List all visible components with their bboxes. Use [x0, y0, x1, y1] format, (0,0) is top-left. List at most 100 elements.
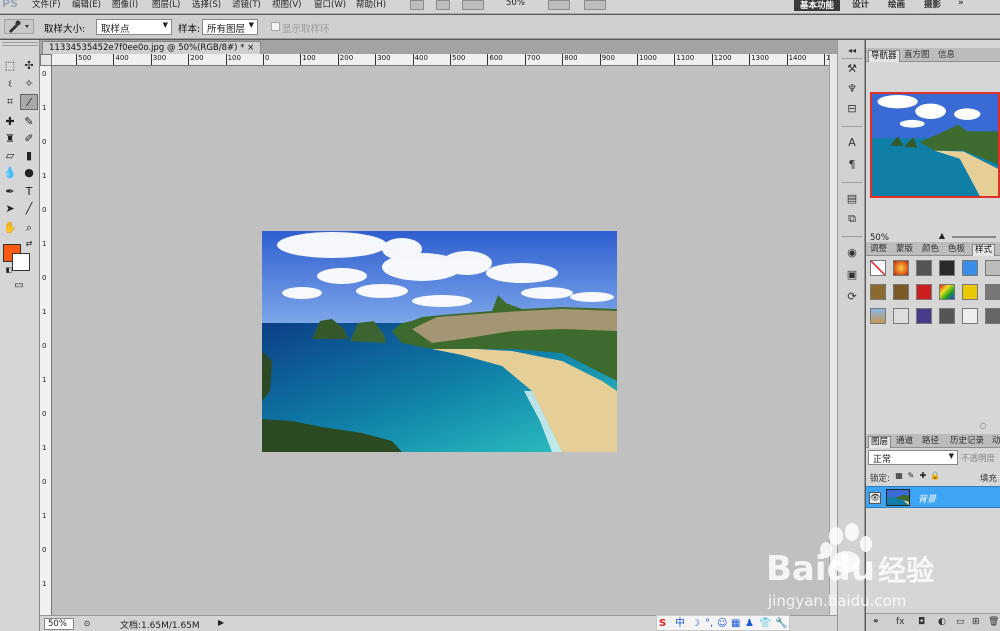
close-icon[interactable]: × [247, 43, 254, 53]
link-layers-icon[interactable]: ⚭ [872, 617, 880, 627]
menu-image[interactable]: 图像(I) [112, 0, 138, 10]
screen-mode-button[interactable] [584, 0, 606, 10]
menu-file[interactable]: 文件(F) [32, 0, 61, 10]
style-swatch[interactable] [985, 284, 1000, 300]
tab-layers[interactable]: 图层 [868, 436, 892, 448]
default-colors-icon[interactable]: ◧ [0, 262, 18, 278]
panel-resize-icon[interactable]: ◌ [974, 418, 992, 434]
canvas-area[interactable] [52, 66, 829, 615]
paragraph-icon[interactable]: ¶ [844, 158, 860, 172]
eye-icon[interactable]: 👁 [869, 492, 881, 504]
tab-actions[interactable]: 动 [990, 436, 1000, 448]
emoji-icon[interactable]: ☺ [717, 616, 727, 631]
style-swatch[interactable] [962, 284, 978, 300]
brushes-icon[interactable]: ♆ [844, 82, 860, 96]
style-swatch[interactable] [939, 284, 955, 300]
layer-comps-icon[interactable]: ⧉ [844, 212, 860, 226]
style-swatch[interactable] [870, 308, 886, 324]
workspace-design[interactable]: 设计 [852, 0, 869, 10]
tab-histogram[interactable]: 直方图 [902, 50, 932, 62]
style-swatch[interactable] [985, 260, 1000, 276]
skin-icon[interactable]: 👕 [759, 616, 771, 631]
type-tool-icon[interactable]: T [20, 184, 38, 200]
document-image[interactable] [262, 231, 617, 452]
tab-swatches[interactable]: 色板 [946, 244, 967, 256]
layer-style-icon[interactable]: fx [896, 617, 905, 627]
style-swatch[interactable] [893, 284, 909, 300]
tab-channels[interactable]: 通道 [894, 436, 915, 448]
style-swatch[interactable] [962, 260, 978, 276]
tool-presets-icon[interactable]: ⚒ [844, 62, 860, 76]
adjustment-layer-icon[interactable]: ◐ [938, 617, 946, 627]
tab-masks[interactable]: 蒙版 [894, 244, 915, 256]
tab-navigator[interactable]: 导航器 [868, 50, 900, 62]
style-swatch[interactable] [939, 308, 955, 324]
trash-icon[interactable]: 🗑 [988, 617, 999, 627]
new-layer-icon[interactable]: ⊞ [972, 617, 980, 627]
workspace-essentials[interactable]: 基本功能 [794, 0, 841, 11]
notes-icon[interactable]: ▤ [844, 192, 860, 206]
line-tool-icon[interactable]: ╱ [20, 201, 38, 217]
lock-transparency-icon[interactable]: ▦ [894, 468, 904, 484]
tab-styles[interactable]: 样式 [972, 244, 996, 256]
tab-color[interactable]: 颜色 [920, 244, 941, 256]
menu-help[interactable]: 帮助(H) [356, 0, 386, 10]
eyedropper-tool-icon[interactable]: ⁄ [20, 94, 38, 110]
menu-edit[interactable]: 编辑(E) [72, 0, 101, 10]
blur-tool-icon[interactable]: 💧 [1, 165, 19, 181]
style-swatch[interactable] [916, 260, 932, 276]
style-swatch[interactable] [985, 308, 1000, 324]
document-tab[interactable]: 11334535452e7f0ee0o.jpg @ 50%(RGB/8#) * … [42, 41, 262, 54]
tab-paths[interactable]: 路径 [920, 436, 941, 448]
navigator-zoom-slider[interactable] [952, 236, 996, 238]
menu-select[interactable]: 选择(S) [192, 0, 221, 10]
style-swatch[interactable] [893, 308, 909, 324]
lock-all-icon[interactable]: 🔒 [930, 468, 940, 484]
menu-view[interactable]: 视图(V) [272, 0, 301, 10]
animation-icon[interactable]: ▣ [844, 268, 860, 282]
eraser-tool-icon[interactable]: ▱ [1, 148, 19, 164]
swap-colors-icon[interactable]: ⇄ [20, 236, 38, 252]
workspace-painting[interactable]: 绘画 [888, 0, 905, 10]
dodge-tool-icon[interactable]: ● [20, 165, 38, 181]
clone-stamp-tool-icon[interactable]: ♜ [1, 131, 19, 147]
panel-grip[interactable] [2, 42, 38, 46]
blend-mode-select[interactable]: 正常 ▼ [868, 450, 958, 465]
view-extras-button[interactable] [462, 0, 484, 10]
healing-brush-tool-icon[interactable]: ✚ [1, 114, 19, 130]
keyboard-icon[interactable]: ▦ [731, 616, 740, 631]
mini-bridge-button[interactable] [436, 0, 450, 10]
tool-preset-picker[interactable] [4, 19, 34, 34]
lock-position-icon[interactable]: ✚ [918, 468, 928, 484]
sample-select[interactable]: 所有图层 ▼ [202, 19, 258, 35]
status-zoom-field[interactable]: 50% [44, 618, 74, 630]
sample-size-select[interactable]: 取样点 ▼ [96, 19, 172, 35]
style-swatch[interactable] [962, 308, 978, 324]
sogou-logo-icon[interactable]: S [659, 616, 666, 631]
ruler-origin[interactable] [40, 54, 52, 66]
lock-pixels-icon[interactable]: ✎ [906, 468, 916, 484]
bridge-button[interactable] [410, 0, 424, 10]
style-swatch[interactable] [939, 260, 955, 276]
history-brush-tool-icon[interactable]: ✐ [20, 131, 38, 147]
style-swatch[interactable] [893, 260, 909, 276]
layer-name[interactable]: 背景 [918, 492, 936, 505]
style-swatch[interactable] [916, 284, 932, 300]
half-width-icon[interactable]: ☽ [691, 616, 700, 631]
layer-row[interactable]: 👁 背景 [866, 486, 1000, 508]
lasso-tool-icon[interactable]: ଽ [1, 76, 19, 92]
new-group-icon[interactable]: ▭ [956, 617, 965, 627]
menu-layer[interactable]: 图层(L) [152, 0, 180, 10]
menu-filter[interactable]: 滤镜(T) [232, 0, 261, 10]
pen-tool-icon[interactable]: ✒ [1, 184, 19, 200]
tab-info[interactable]: 信息 [936, 50, 957, 62]
style-swatch[interactable] [916, 308, 932, 324]
workspace-more-icon[interactable]: » [958, 0, 964, 8]
crop-tool-icon[interactable]: ⌗ [1, 94, 19, 110]
zoom-level[interactable]: 50% [506, 0, 525, 8]
add-mask-icon[interactable]: ◘ [918, 617, 925, 627]
quick-mask-icon[interactable]: ▭ [10, 278, 28, 294]
style-swatch[interactable] [870, 284, 886, 300]
measurement-log-icon[interactable]: ⟳ [844, 290, 860, 304]
move-tool-icon[interactable]: ✣ [20, 58, 38, 74]
